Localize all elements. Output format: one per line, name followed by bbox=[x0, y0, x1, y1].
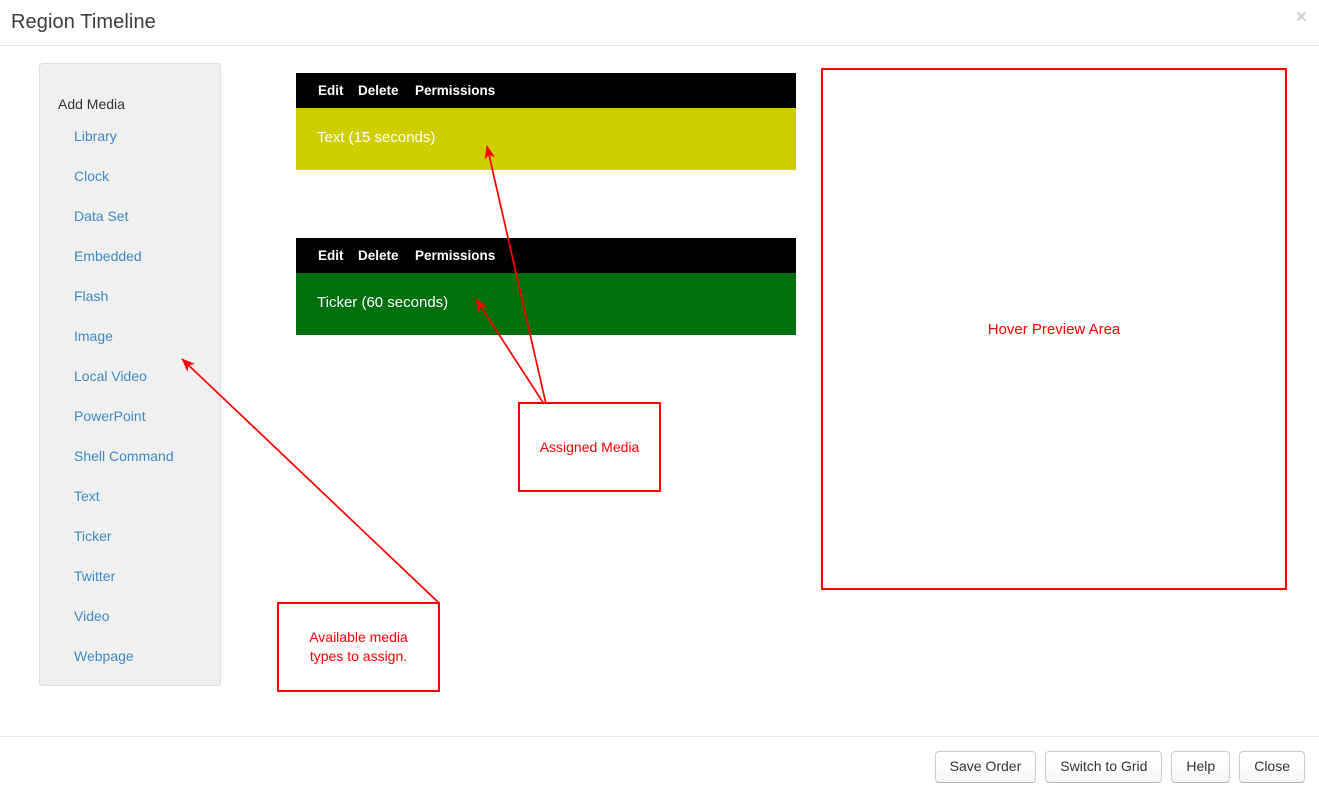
permissions-button[interactable]: Permissions bbox=[415, 73, 495, 108]
list-item: Library bbox=[40, 116, 220, 156]
media-label: Ticker (60 seconds) bbox=[317, 294, 449, 311]
sidebar-heading: Add Media bbox=[58, 96, 125, 112]
sidebar-item-twitter[interactable]: Twitter bbox=[40, 556, 220, 596]
sidebar-item-shell-command[interactable]: Shell Command bbox=[40, 436, 220, 476]
list-item: Flash bbox=[40, 276, 220, 316]
sidebar-item-embedded[interactable]: Embedded bbox=[40, 236, 220, 276]
help-button[interactable]: Help bbox=[1171, 751, 1231, 783]
media-toolbar: Edit Delete Permissions bbox=[296, 238, 796, 273]
list-item: Video bbox=[40, 596, 220, 636]
list-item: Ticker bbox=[40, 516, 220, 556]
save-order-button[interactable]: Save Order bbox=[934, 751, 1037, 783]
sidebar-item-local-video[interactable]: Local Video bbox=[40, 356, 220, 396]
list-item: Image bbox=[40, 316, 220, 356]
sidebar-item-powerpoint[interactable]: PowerPoint bbox=[40, 396, 220, 436]
annotation-hover-preview: Hover Preview Area bbox=[821, 68, 1287, 590]
media-strip[interactable]: Ticker (60 seconds) bbox=[296, 273, 796, 335]
add-media-sidebar: Add Media Library Clock Data Set Embedde… bbox=[39, 63, 221, 686]
sidebar-item-image[interactable]: Image bbox=[40, 316, 220, 356]
annotation-text: Assigned Media bbox=[539, 438, 640, 455]
annotation-assigned-media: Assigned Media bbox=[518, 402, 661, 492]
sidebar-item-library[interactable]: Library bbox=[40, 116, 220, 156]
list-item: Shell Command bbox=[40, 436, 220, 476]
list-item: Text bbox=[40, 476, 220, 516]
timeline-media-item[interactable]: Edit Delete Permissions Ticker (60 secon… bbox=[296, 238, 796, 335]
switch-to-grid-button[interactable]: Switch to Grid bbox=[1045, 751, 1163, 783]
media-toolbar: Edit Delete Permissions bbox=[296, 73, 796, 108]
modal-footer: Save Order Switch to Grid Help Close bbox=[0, 736, 1319, 794]
list-item: Local Video bbox=[40, 356, 220, 396]
delete-button[interactable]: Delete bbox=[358, 238, 399, 273]
delete-button[interactable]: Delete bbox=[358, 73, 399, 108]
close-button[interactable]: Close bbox=[1239, 751, 1305, 783]
sidebar-item-video[interactable]: Video bbox=[40, 596, 220, 636]
list-item: Embedded bbox=[40, 236, 220, 276]
annotation-text-line1: Available media bbox=[309, 629, 408, 645]
edit-button[interactable]: Edit bbox=[318, 238, 344, 273]
annotation-text: Hover Preview Area bbox=[987, 320, 1121, 338]
sidebar-item-webpage[interactable]: Webpage bbox=[40, 636, 220, 676]
modal-body: Add Media Library Clock Data Set Embedde… bbox=[0, 46, 1319, 736]
sidebar-item-ticker[interactable]: Ticker bbox=[40, 516, 220, 556]
page-title: Region Timeline bbox=[11, 11, 156, 33]
list-item: Twitter bbox=[40, 556, 220, 596]
sidebar-item-text[interactable]: Text bbox=[40, 476, 220, 516]
list-item: PowerPoint bbox=[40, 396, 220, 436]
media-strip[interactable]: Text (15 seconds) bbox=[296, 108, 796, 170]
list-item: Webpage bbox=[40, 636, 220, 676]
edit-button[interactable]: Edit bbox=[318, 73, 344, 108]
annotation-text-line2: types to assign. bbox=[309, 648, 408, 664]
add-media-list: Library Clock Data Set Embedded Flash Im… bbox=[40, 116, 220, 676]
list-item: Data Set bbox=[40, 196, 220, 236]
sidebar-item-flash[interactable]: Flash bbox=[40, 276, 220, 316]
sidebar-item-data-set[interactable]: Data Set bbox=[40, 196, 220, 236]
sidebar-item-clock[interactable]: Clock bbox=[40, 156, 220, 196]
media-label: Text (15 seconds) bbox=[317, 129, 436, 146]
timeline-media-item[interactable]: Edit Delete Permissions Text (15 seconds… bbox=[296, 73, 796, 170]
footer-button-group: Save Order Switch to Grid Help Close bbox=[934, 751, 1305, 783]
annotation-available-media: Available media types to assign. bbox=[277, 602, 440, 692]
modal-header: Region Timeline × bbox=[0, 0, 1319, 46]
permissions-button[interactable]: Permissions bbox=[415, 238, 495, 273]
list-item: Clock bbox=[40, 156, 220, 196]
close-icon[interactable]: × bbox=[1296, 8, 1307, 27]
